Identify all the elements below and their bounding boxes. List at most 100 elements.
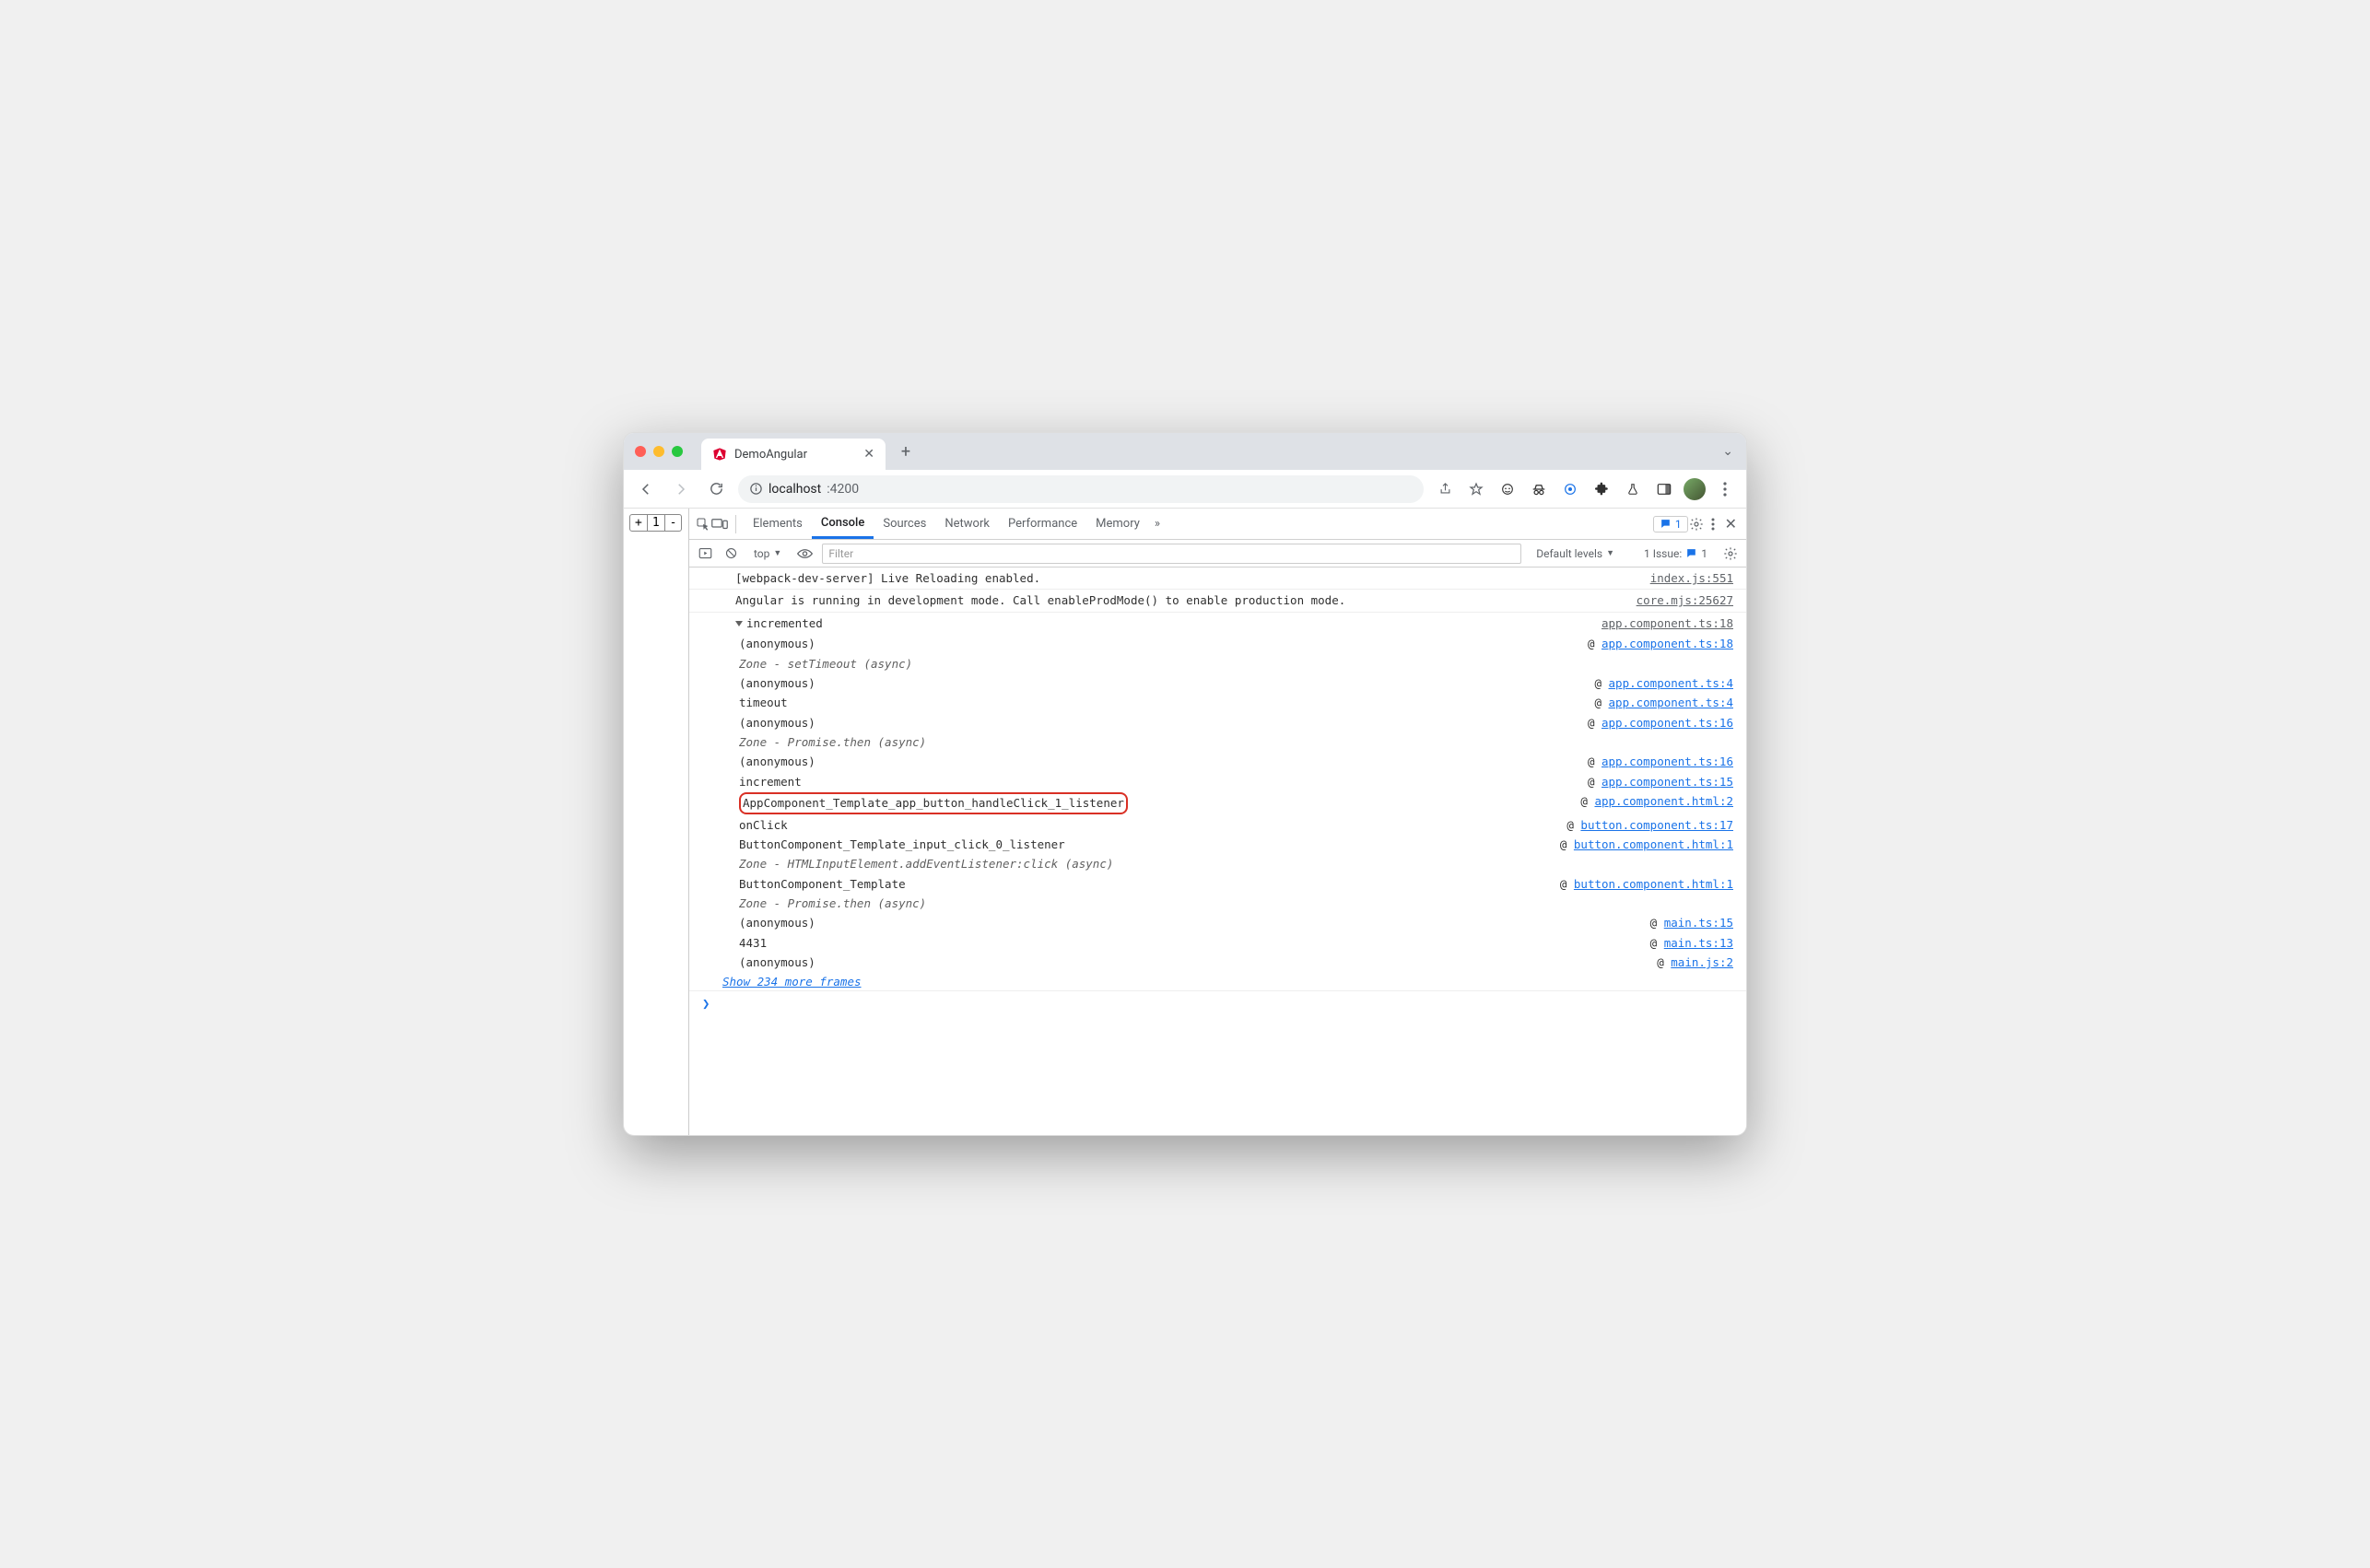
new-tab-button[interactable]: +	[893, 439, 919, 464]
sidepanel-icon[interactable]	[1652, 477, 1676, 501]
log-message: [webpack-dev-server] Live Reloading enab…	[689, 568, 1746, 590]
tab-network[interactable]: Network	[935, 509, 999, 539]
stack-frame: AppComponent_Template_app_button_handleC…	[706, 791, 1746, 814]
zoom-window[interactable]	[672, 446, 683, 457]
log-levels[interactable]: Default levels ▼	[1531, 545, 1620, 562]
stack-frame: (anonymous)@ main.ts:15	[706, 913, 1746, 932]
source-link[interactable]: button.component.html:1	[1574, 877, 1733, 891]
decrement-button[interactable]: -	[665, 515, 682, 531]
forward-button[interactable]	[668, 476, 694, 502]
source-link[interactable]: app.component.ts:16	[1602, 755, 1733, 768]
source-link[interactable]: app.component.ts:18	[1602, 637, 1733, 650]
execution-context[interactable]: top ▼	[748, 545, 787, 562]
address-bar[interactable]: localhost :4200	[738, 475, 1424, 503]
stack-frame: (anonymous)@ app.component.ts:16	[706, 752, 1746, 771]
log-message: Angular is running in development mode. …	[689, 590, 1746, 612]
stack-frame: ButtonComponent_Template_input_click_0_l…	[706, 835, 1746, 854]
tab-sources[interactable]: Sources	[874, 509, 935, 539]
site-info-icon[interactable]	[749, 482, 763, 496]
minimize-window[interactable]	[653, 446, 664, 457]
source-link[interactable]: button.component.ts:17	[1580, 818, 1733, 832]
stack-frame: ButtonComponent_Template@ button.compone…	[706, 874, 1746, 894]
profile-avatar[interactable]	[1684, 478, 1706, 500]
filter-input[interactable]: Filter	[822, 544, 1521, 564]
counter-value: 1	[648, 515, 665, 531]
source-link[interactable]: button.component.html:1	[1574, 837, 1733, 851]
console-settings-icon[interactable]	[1722, 545, 1739, 562]
devtools-panel: Elements Console Sources Network Perform…	[688, 509, 1746, 1135]
browser-window: DemoAngular ✕ + ⌄ localhost :4200	[623, 432, 1747, 1136]
ext-icon-2[interactable]	[1558, 477, 1582, 501]
console-prompt[interactable]: ❯	[689, 990, 1746, 1024]
extensions-icon[interactable]	[1590, 477, 1613, 501]
live-expression-icon[interactable]	[796, 545, 813, 562]
reload-button[interactable]	[703, 476, 729, 502]
stack-trace: (anonymous)@ app.component.ts:18Zone - s…	[689, 634, 1746, 972]
stack-frame: (anonymous)@ app.component.ts:18	[706, 634, 1746, 653]
more-tabs-icon[interactable]: »	[1149, 516, 1166, 532]
trace-header[interactable]: incremented app.component.ts:18	[689, 613, 1746, 634]
close-tab-icon[interactable]: ✕	[863, 447, 874, 462]
tab-title: DemoAngular	[734, 448, 807, 462]
bookmark-icon[interactable]	[1464, 477, 1488, 501]
browser-tab[interactable]: DemoAngular ✕	[701, 439, 886, 470]
source-link[interactable]: app.component.ts:16	[1602, 716, 1733, 730]
stack-frame: timeout@ app.component.ts:4	[706, 693, 1746, 712]
console-sidebar-toggle-icon[interactable]	[697, 545, 713, 562]
source-link[interactable]: app.component.ts:4	[1609, 676, 1733, 690]
labs-icon[interactable]	[1621, 477, 1645, 501]
source-link[interactable]: app.component.html:2	[1594, 794, 1733, 808]
console-output: [webpack-dev-server] Live Reloading enab…	[689, 568, 1746, 1135]
tab-performance[interactable]: Performance	[999, 509, 1086, 539]
page-content: + 1 -	[624, 509, 688, 1135]
tab-elements[interactable]: Elements	[744, 509, 812, 539]
chrome-menu-icon[interactable]	[1713, 477, 1737, 501]
stack-frame: Zone - Promise.then (async)	[706, 732, 1746, 752]
back-button[interactable]	[633, 476, 659, 502]
share-icon[interactable]	[1433, 477, 1457, 501]
stack-frame: (anonymous)@ main.js:2	[706, 953, 1746, 972]
stack-frame: Zone - HTMLInputElement.addEventListener…	[706, 854, 1746, 873]
source-link[interactable]: main.ts:15	[1664, 916, 1733, 930]
source-link[interactable]: app.component.ts:15	[1602, 775, 1733, 789]
increment-button[interactable]: +	[630, 515, 648, 531]
devtools-close-icon[interactable]: ✕	[1721, 515, 1741, 532]
ext-icon-1[interactable]	[1496, 477, 1519, 501]
source-link[interactable]: main.ts:13	[1664, 936, 1733, 950]
source-link[interactable]: core.mjs:25627	[1637, 591, 1733, 609]
issues-button[interactable]: 1 Issue: 1	[1638, 545, 1713, 562]
stack-frame: (anonymous)@ app.component.ts:4	[706, 673, 1746, 693]
counter-control: + 1 -	[629, 514, 682, 532]
toolbar-actions	[1433, 477, 1737, 501]
source-link[interactable]: index.js:551	[1650, 569, 1733, 587]
stack-frame: (anonymous)@ app.component.ts:16	[706, 713, 1746, 732]
toolbar: localhost :4200	[624, 470, 1746, 509]
stack-frame: increment@ app.component.ts:15	[706, 772, 1746, 791]
inspect-icon[interactable]	[695, 516, 711, 532]
window-controls	[635, 446, 683, 457]
url-port: :4200	[827, 482, 859, 497]
tab-console[interactable]: Console	[812, 509, 874, 539]
stack-frame: Zone - setTimeout (async)	[706, 654, 1746, 673]
messages-badge[interactable]: 1	[1653, 516, 1688, 532]
device-icon[interactable]	[711, 516, 728, 532]
show-more-frames[interactable]: Show 234 more frames	[689, 973, 1746, 990]
tab-memory[interactable]: Memory	[1086, 509, 1149, 539]
tabbar: DemoAngular ✕ + ⌄	[624, 433, 1746, 470]
incognito-icon[interactable]	[1527, 477, 1551, 501]
console-toolbar: top ▼ Filter Default levels ▼ 1 Issue: 1	[689, 540, 1746, 568]
tabs-dropdown-icon[interactable]: ⌄	[1722, 444, 1733, 459]
source-link[interactable]: app.component.ts:18	[1602, 614, 1733, 632]
chevron-down-icon[interactable]	[735, 621, 743, 626]
close-window[interactable]	[635, 446, 646, 457]
url-host: localhost	[768, 482, 821, 497]
stack-frame: Zone - Promise.then (async)	[706, 894, 1746, 913]
stack-frame: onClick@ button.component.ts:17	[706, 815, 1746, 835]
clear-console-icon[interactable]	[722, 545, 739, 562]
devtools-menu-icon[interactable]	[1705, 516, 1721, 532]
angular-icon	[712, 447, 727, 462]
stack-frame: 4431@ main.ts:13	[706, 933, 1746, 953]
devtools-settings-icon[interactable]	[1688, 516, 1705, 532]
source-link[interactable]: main.js:2	[1671, 955, 1733, 969]
source-link[interactable]: app.component.ts:4	[1609, 696, 1733, 709]
